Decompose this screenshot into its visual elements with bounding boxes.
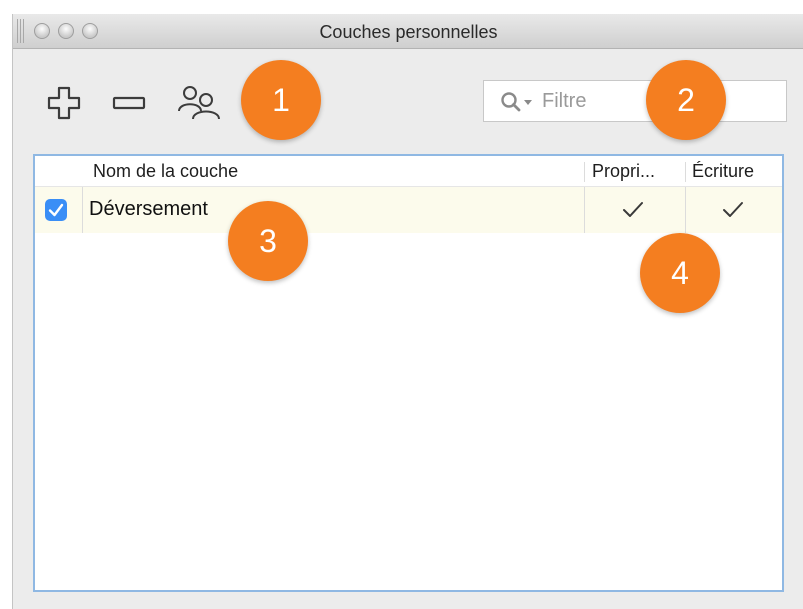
layers-window: Couches personnelles Filtre Nom de la co… (12, 14, 803, 609)
owner-check-icon[interactable] (621, 200, 645, 220)
filter-input[interactable]: Filtre (483, 80, 787, 122)
plus-icon[interactable] (47, 86, 81, 120)
column-divider (584, 162, 585, 182)
table-header: Nom de la couche Propri... Écriture (35, 156, 782, 187)
layers-table: Nom de la couche Propri... Écriture Déve… (33, 154, 784, 592)
column-divider (584, 187, 585, 233)
callout-4: 4 (640, 233, 720, 313)
table-row[interactable]: Déversement (35, 187, 782, 233)
write-check-icon[interactable] (721, 200, 745, 220)
title-bar[interactable]: Couches personnelles (13, 14, 803, 49)
filter-placeholder: Filtre (542, 90, 587, 112)
column-header-name[interactable]: Nom de la couche (93, 161, 238, 182)
users-icon[interactable] (177, 84, 223, 122)
minus-icon[interactable] (112, 93, 146, 113)
layer-name-cell: Déversement (89, 198, 208, 220)
window-title: Couches personnelles (319, 22, 498, 42)
layer-visibility-checkbox[interactable] (45, 199, 67, 221)
column-divider (685, 187, 686, 233)
column-header-write[interactable]: Écriture (692, 161, 754, 182)
callout-3: 3 (228, 201, 308, 281)
column-header-owner[interactable]: Propri... (592, 161, 655, 182)
search-icon (501, 92, 532, 112)
column-divider (685, 162, 686, 182)
checkmark-icon (48, 203, 64, 217)
column-divider (82, 187, 83, 233)
callout-2: 2 (646, 60, 726, 140)
callout-1: 1 (241, 60, 321, 140)
